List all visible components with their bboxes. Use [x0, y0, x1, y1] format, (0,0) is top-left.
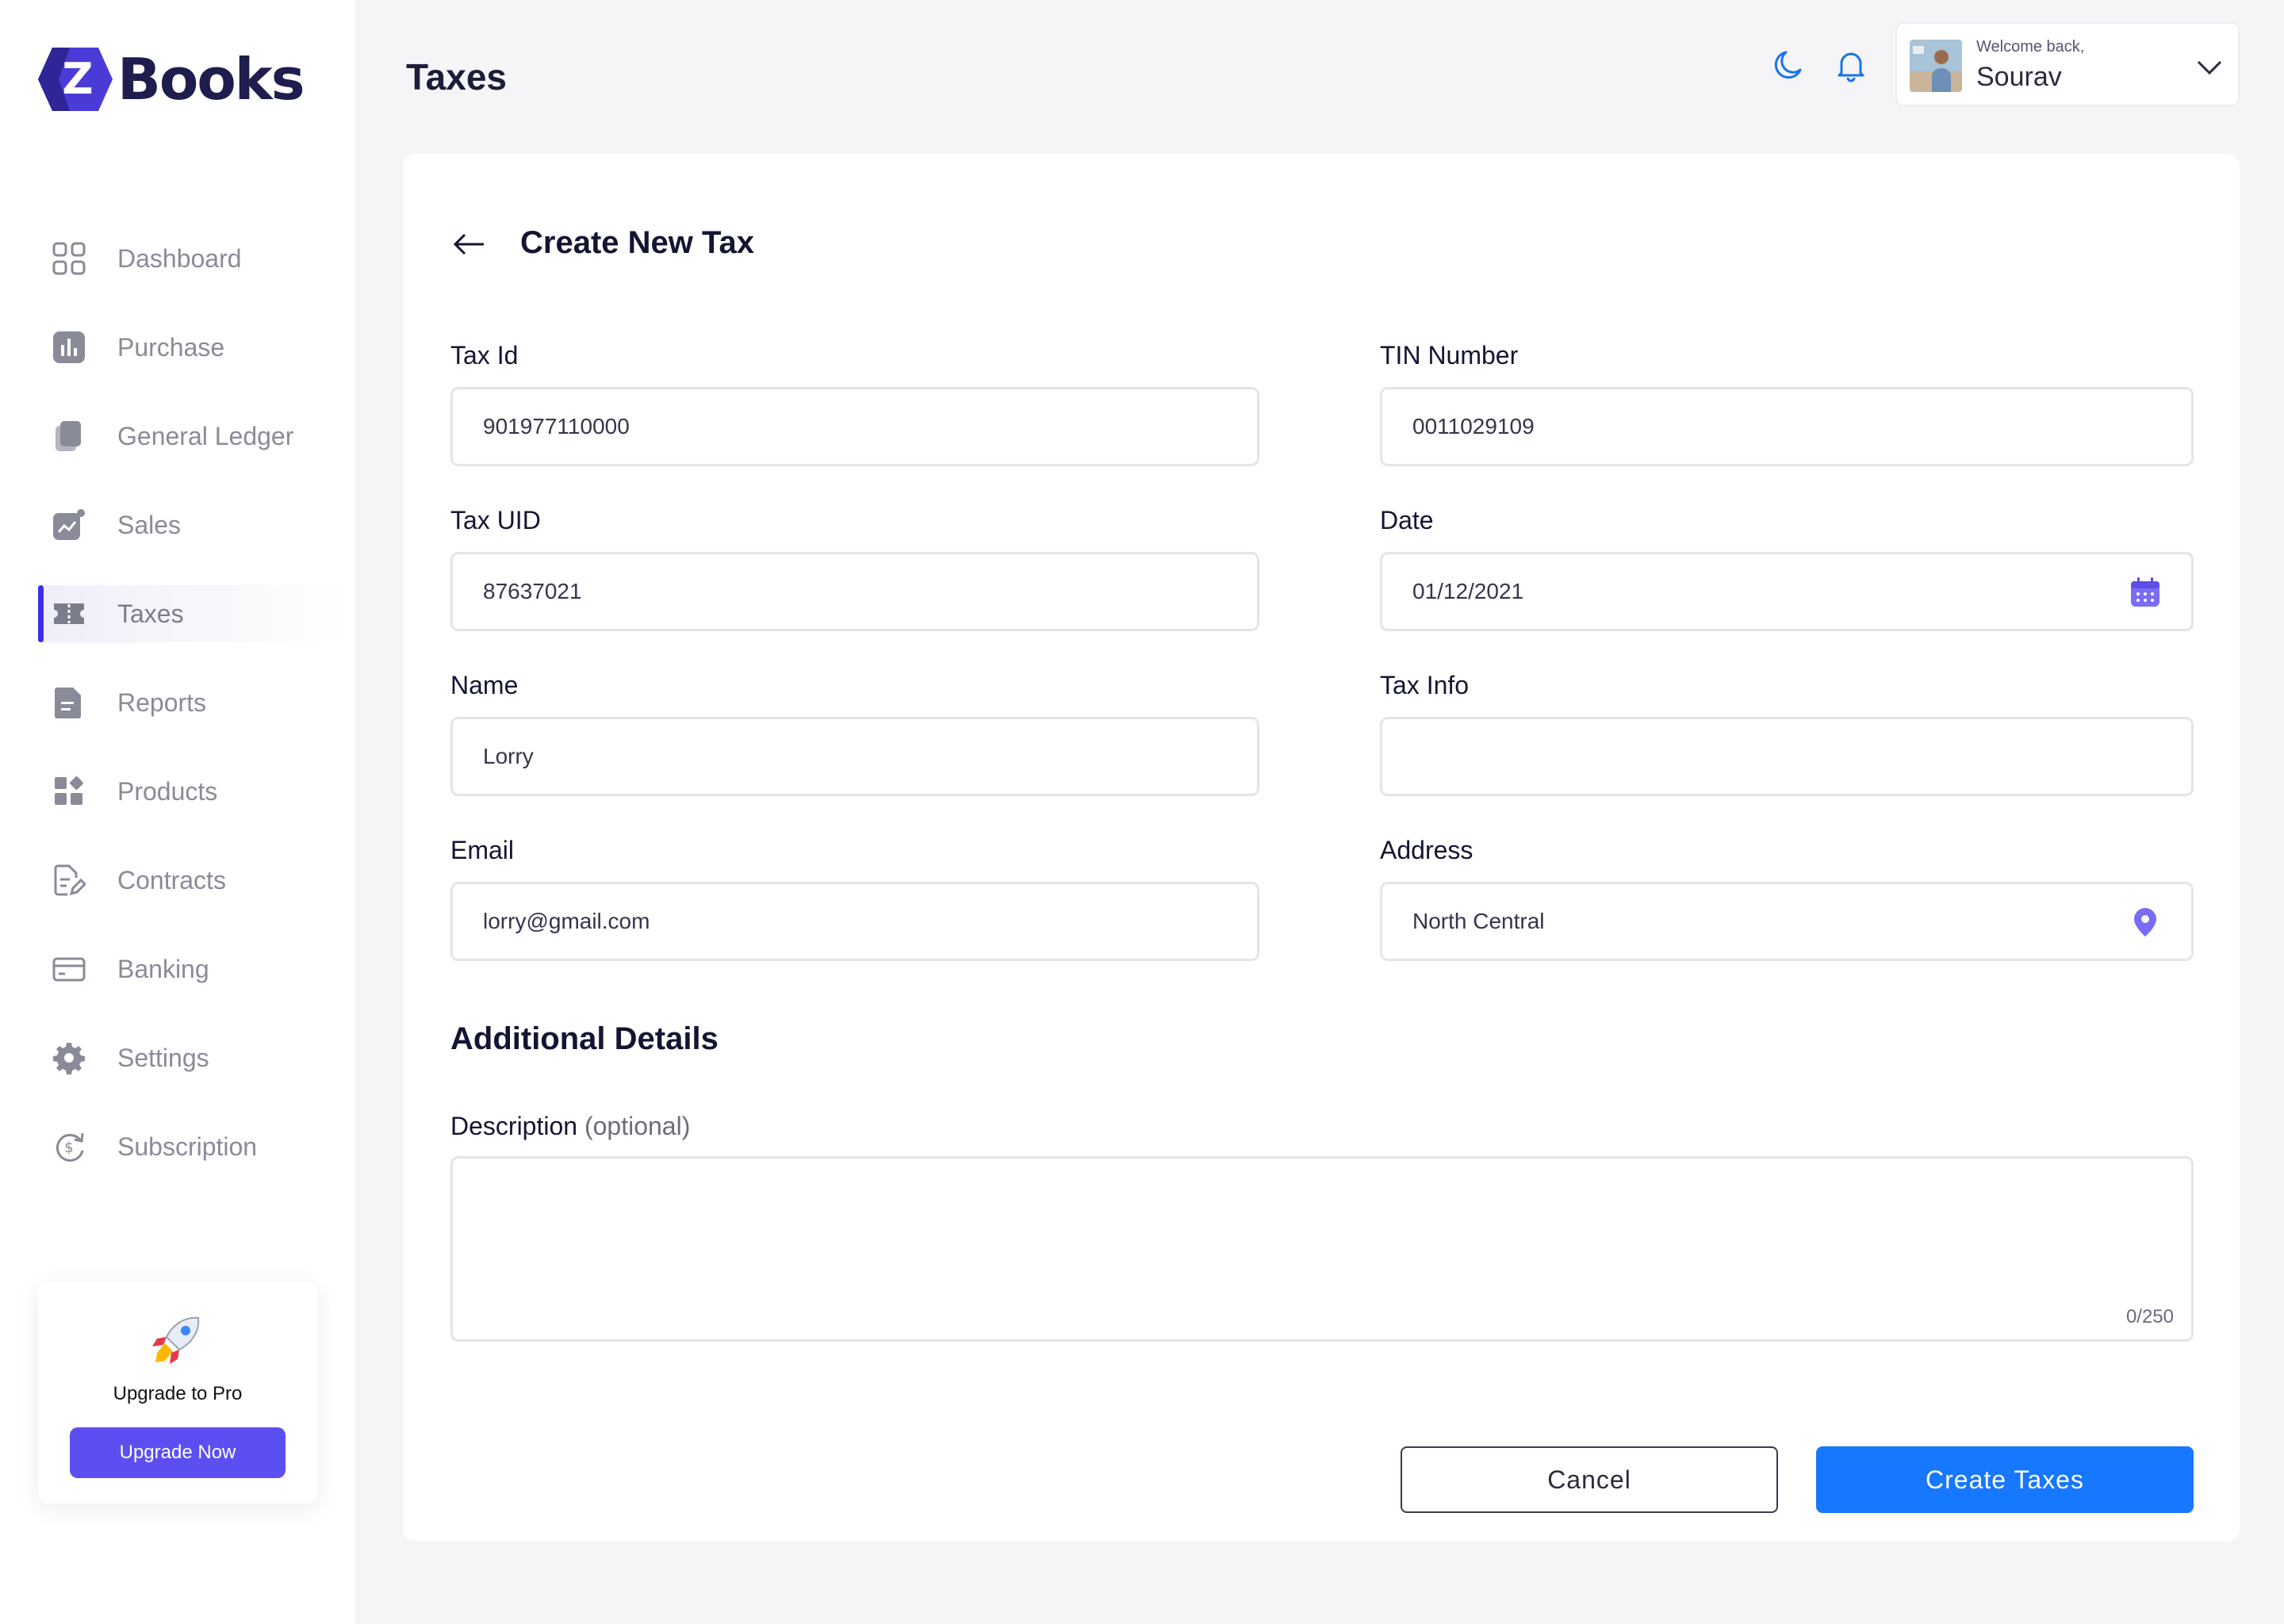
- calendar-icon[interactable]: [2128, 575, 2163, 610]
- location-pin-icon[interactable]: [2128, 905, 2163, 940]
- widgets-icon: [52, 775, 86, 808]
- grid-icon: [52, 242, 86, 275]
- logo-mark-icon: Z: [38, 48, 113, 111]
- date-label: Date: [1380, 506, 1434, 534]
- tax-id-field[interactable]: 901977110000: [450, 387, 1259, 466]
- sidebar-item-label: Banking: [117, 954, 209, 983]
- sidebar-item-label: Products: [117, 776, 218, 806]
- email-field[interactable]: lorry@gmail.com: [450, 882, 1259, 961]
- tax-info-field[interactable]: [1380, 717, 2194, 796]
- logo-letter: Z: [62, 54, 93, 104]
- sidebar-item-label: Settings: [117, 1043, 209, 1072]
- user-name: Sourav: [1976, 62, 2062, 92]
- bell-icon[interactable]: [1834, 48, 1868, 82]
- description-label-text: Description: [450, 1112, 578, 1140]
- sidebar-item-general-ledger[interactable]: General Ledger: [38, 408, 347, 465]
- moon-icon[interactable]: [1770, 48, 1805, 82]
- gear-icon: [52, 1041, 86, 1074]
- avatar: [1910, 40, 1962, 92]
- tax-uid-label: Tax UID: [450, 506, 541, 534]
- sidebar-item-label: Dashboard: [117, 243, 242, 273]
- back-arrow-icon[interactable]: [450, 225, 489, 263]
- rocket-icon: [152, 1316, 200, 1364]
- form-title: Create New Tax: [520, 225, 754, 260]
- page-title: Taxes: [406, 56, 508, 98]
- create-tax-card: Create New Tax Tax Id 901977110000 TIN N…: [403, 154, 2240, 1542]
- sidebar-item-reports[interactable]: Reports: [38, 674, 347, 731]
- ticket-icon: [52, 597, 86, 630]
- bar-chart-icon: [52, 331, 86, 364]
- sidebar-item-taxes[interactable]: Taxes: [38, 585, 347, 642]
- dollar-refresh-icon: $: [52, 1130, 86, 1163]
- tin-number-label: TIN Number: [1380, 341, 1519, 370]
- date-value: 01/12/2021: [1412, 579, 1524, 603]
- sidebar-item-settings[interactable]: Settings: [38, 1029, 347, 1086]
- document-edit-icon: [52, 864, 86, 897]
- logo[interactable]: Z Books: [38, 46, 305, 113]
- email-label: Email: [450, 836, 515, 864]
- sidebar: Z Books Dashboard Purchase General Ledge…: [0, 0, 355, 1624]
- create-taxes-button[interactable]: Create Taxes: [1816, 1446, 2194, 1513]
- sidebar-item-label: Reports: [117, 688, 207, 717]
- chevron-down-icon[interactable]: [2195, 52, 2224, 81]
- sidebar-item-contracts[interactable]: Contracts: [38, 852, 347, 909]
- character-counter: 0/250: [2125, 1306, 2174, 1327]
- tax-info-label: Tax Info: [1380, 671, 1470, 699]
- sidebar-item-purchase[interactable]: Purchase: [38, 319, 347, 376]
- tax-uid-field[interactable]: 87637021: [450, 552, 1259, 631]
- welcome-text: Welcome back,: [1976, 38, 2085, 56]
- sidebar-item-dashboard[interactable]: Dashboard: [38, 230, 347, 287]
- upgrade-card: Upgrade to Pro Upgrade Now: [38, 1281, 317, 1503]
- address-field[interactable]: North Central: [1380, 882, 2194, 961]
- description-optional-text: (optional): [584, 1112, 691, 1140]
- copy-icon: [52, 419, 86, 453]
- credit-card-icon: [52, 952, 86, 986]
- document-icon: [52, 686, 86, 719]
- upgrade-title: Upgrade to Pro: [113, 1383, 243, 1404]
- date-field[interactable]: 01/12/2021: [1380, 552, 2194, 631]
- description-label: Description (optional): [450, 1112, 690, 1141]
- sidebar-item-label: Subscription: [117, 1132, 258, 1161]
- sidebar-item-subscription[interactable]: $ Subscription: [38, 1118, 347, 1175]
- svg-text:$: $: [64, 1139, 73, 1156]
- sidebar-item-sales[interactable]: Sales: [38, 496, 347, 553]
- sidebar-item-label: General Ledger: [117, 421, 294, 450]
- user-menu[interactable]: Welcome back, Sourav: [1895, 22, 2240, 106]
- tax-id-label: Tax Id: [450, 341, 519, 370]
- additional-details-title: Additional Details: [450, 1021, 719, 1056]
- description-textarea[interactable]: 0/250: [450, 1156, 2194, 1342]
- logo-text: Books: [117, 46, 305, 113]
- sidebar-item-label: Contracts: [117, 865, 226, 894]
- sidebar-item-products[interactable]: Products: [38, 763, 347, 820]
- name-field[interactable]: Lorry: [450, 717, 1259, 796]
- trend-chart-icon: [52, 508, 86, 542]
- sidebar-item-label: Sales: [117, 510, 182, 539]
- sidebar-item-label: Taxes: [117, 599, 184, 628]
- sidebar-item-label: Purchase: [117, 332, 225, 362]
- sidebar-nav: Dashboard Purchase General Ledger Sales …: [38, 230, 347, 1207]
- tin-number-field[interactable]: 0011029109: [1380, 387, 2194, 466]
- sidebar-item-banking[interactable]: Banking: [38, 940, 347, 998]
- address-value: North Central: [1412, 909, 1545, 933]
- name-label: Name: [450, 671, 519, 699]
- address-label: Address: [1380, 836, 1473, 864]
- upgrade-now-button[interactable]: Upgrade Now: [70, 1427, 286, 1478]
- cancel-button[interactable]: Cancel: [1401, 1446, 1778, 1513]
